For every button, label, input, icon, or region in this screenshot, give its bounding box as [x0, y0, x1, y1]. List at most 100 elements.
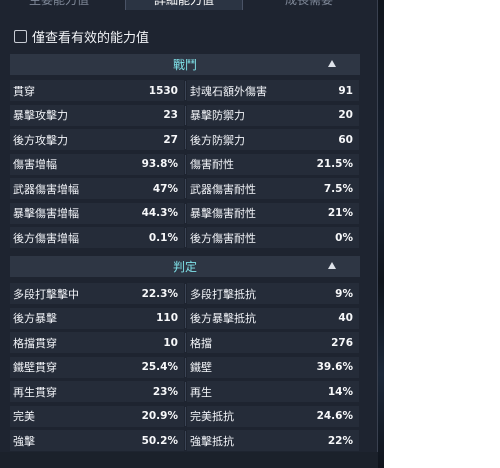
stat-value: 27 — [163, 133, 178, 146]
stat-label: 多段打擊擊中 — [13, 287, 79, 301]
stat-value: 9% — [335, 287, 353, 300]
stat-label: 格擋 — [190, 336, 212, 350]
stat-cell: 再生 14% — [187, 381, 359, 402]
stat-cell: 後方暴擊抵抗 40 — [187, 307, 359, 329]
column-divider — [185, 431, 186, 450]
stat-label: 暴擊傷害耐性 — [190, 207, 256, 220]
stat-cell: 武器傷害耐性 7.5% — [187, 178, 359, 199]
stat-label: 武器傷害增幅 — [13, 182, 79, 196]
stat-cell: 強擊 50.2% — [10, 430, 184, 451]
stat-cell: 格擋 276 — [187, 332, 359, 353]
stat-label: 再生貫穿 — [13, 385, 57, 399]
checkbox-icon[interactable] — [14, 29, 27, 43]
effective-stats-filter[interactable]: 僅查看有效的能力值 — [14, 27, 150, 46]
stat-label: 傷害增幅 — [13, 158, 57, 171]
stat-row: 傷害增幅 93.8% 傷害耐性 21.5% — [10, 152, 360, 177]
stats-grid-combat: 貫穿 1530 封魂石額外傷害 91 暴擊攻擊力 23 暴擊防禦力 20 後方攻擊力 27 後方防禦… — [10, 78, 360, 250]
stat-value: 21.5% — [316, 158, 353, 170]
stat-cell: 封魂石額外傷害 91 — [187, 80, 359, 101]
stat-cell: 鐵壁貫穿 25.4% — [10, 356, 184, 378]
column-divider — [185, 228, 186, 247]
stat-cell: 後方傷害耐性 0% — [187, 227, 359, 248]
tab-main-stats[interactable]: 主要能力值 — [0, 0, 118, 10]
stat-label: 完美抵抗 — [190, 410, 234, 423]
column-divider — [185, 179, 186, 198]
stat-cell: 傷害耐性 21.5% — [187, 153, 359, 175]
stat-value: 23% — [152, 385, 178, 398]
detailed-stats-panel: 主要能力值 詳細能力值 成長需要 僅查看有效的能力值 戰鬥 貫穿 1530 封魂石額… — [0, 0, 378, 468]
stat-value: 10 — [163, 336, 178, 349]
stat-value: 0.1% — [148, 231, 178, 244]
stat-label: 後方傷害耐性 — [190, 231, 256, 245]
chevron-up-icon[interactable] — [328, 262, 336, 269]
column-divider — [185, 382, 186, 401]
stat-row: 完美 20.9% 完美抵抗 24.6% — [10, 404, 360, 429]
stat-label: 鐵壁 — [190, 361, 212, 374]
stat-value: 20 — [338, 109, 353, 121]
stat-value: 24.6% — [316, 410, 353, 422]
stat-row: 暴擊傷害增幅 44.3% 暴擊傷害耐性 21% — [10, 201, 360, 226]
stat-row: 後方攻擊力 27 後方防禦力 60 — [10, 127, 360, 152]
column-divider — [185, 81, 186, 100]
section-title: 判定 — [172, 260, 197, 274]
stat-cell: 後方傷害增幅 0.1% — [10, 227, 184, 248]
chevron-up-icon[interactable] — [328, 60, 336, 67]
filter-label: 僅查看有效的能力值 — [32, 30, 150, 46]
stat-cell: 貫穿 1530 — [10, 80, 184, 101]
stat-value: 25.4% — [141, 361, 178, 373]
stat-row: 後方傷害增幅 0.1% 後方傷害耐性 0% — [10, 225, 360, 250]
stat-label: 暴擊防禦力 — [190, 109, 245, 122]
stat-cell: 完美抵抗 24.6% — [187, 405, 359, 427]
stat-value: 0% — [335, 231, 353, 244]
stat-value: 14% — [327, 385, 353, 398]
stat-value: 60 — [338, 133, 353, 146]
column-divider — [185, 357, 186, 377]
stat-value: 22% — [327, 434, 353, 447]
stat-label: 暴擊傷害增幅 — [13, 207, 79, 220]
stat-row: 武器傷害增幅 47% 武器傷害耐性 7.5% — [10, 176, 360, 201]
stat-value: 276 — [331, 336, 353, 349]
stat-label: 再生 — [190, 385, 212, 399]
stat-label: 暴擊攻擊力 — [13, 109, 68, 122]
stat-row: 多段打擊擊中 22.3% 多段打擊抵抗 9% — [10, 281, 360, 306]
column-divider — [185, 308, 186, 328]
stat-cell: 武器傷害增幅 47% — [10, 178, 184, 199]
stat-label: 封魂石額外傷害 — [190, 84, 267, 98]
column-divider — [185, 154, 186, 174]
stat-value: 50.2% — [141, 434, 178, 447]
stat-label: 武器傷害耐性 — [190, 182, 256, 196]
stat-value: 23 — [163, 109, 178, 121]
column-divider — [185, 333, 186, 352]
stat-value: 44.3% — [141, 207, 178, 219]
stat-cell: 暴擊傷害增幅 44.3% — [10, 202, 184, 224]
column-divider — [185, 406, 186, 426]
stat-cell: 後方防禦力 60 — [187, 129, 359, 150]
tab-growth-needs[interactable]: 成長需要 — [250, 0, 368, 10]
stat-row: 暴擊攻擊力 23 暴擊防禦力 20 — [10, 103, 360, 128]
stat-value: 20.9% — [141, 410, 178, 422]
stat-row: 再生貫穿 23% 再生 14% — [10, 379, 360, 404]
stat-label: 貫穿 — [13, 84, 35, 98]
stat-cell: 多段打擊抵抗 9% — [187, 283, 359, 304]
stat-row: 強擊 50.2% 強擊抵抗 22% — [10, 428, 360, 453]
stat-label: 多段打擊抵抗 — [190, 287, 256, 301]
stat-label: 鐵壁貫穿 — [13, 361, 57, 374]
stat-cell: 暴擊攻擊力 23 — [10, 104, 184, 126]
stat-value: 93.8% — [141, 158, 178, 170]
stat-cell: 傷害增幅 93.8% — [10, 153, 184, 175]
column-divider — [185, 105, 186, 125]
tab-detailed-stats[interactable]: 詳細能力值 — [125, 0, 243, 10]
tab-bar: 主要能力值 詳細能力值 成長需要 — [0, 0, 378, 10]
section-title: 戰鬥 — [172, 58, 197, 72]
stat-row: 鐵壁貫穿 25.4% 鐵壁 39.6% — [10, 355, 360, 380]
stat-label: 完美 — [13, 410, 35, 423]
section-header-combat[interactable]: 戰鬥 — [10, 54, 360, 75]
stat-label: 強擊抵抗 — [190, 434, 234, 448]
stat-value: 40 — [338, 312, 353, 324]
column-divider — [185, 284, 186, 303]
stat-label: 後方防禦力 — [190, 133, 245, 147]
section-header-judgement[interactable]: 判定 — [10, 256, 360, 277]
stat-value: 39.6% — [316, 361, 353, 373]
stat-row: 貫穿 1530 封魂石額外傷害 91 — [10, 78, 360, 103]
stat-label: 後方暴擊抵抗 — [190, 312, 256, 325]
